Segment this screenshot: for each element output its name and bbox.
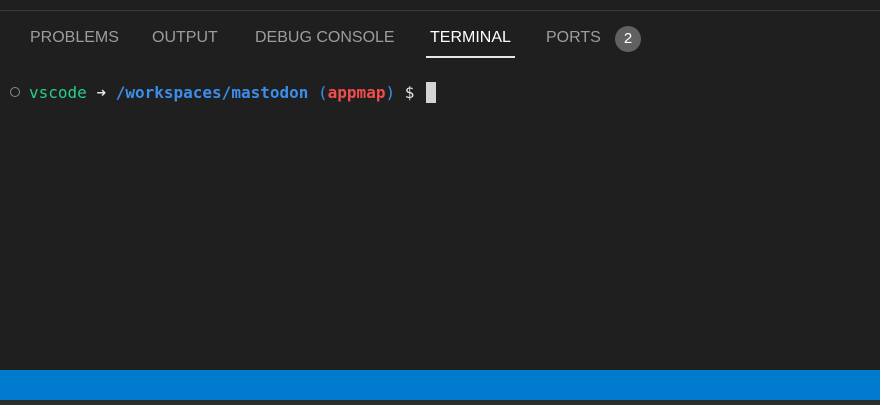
tab-debug-console[interactable]: DEBUG CONSOLE <box>255 11 395 59</box>
ports-count-badge: 2 <box>615 26 641 52</box>
prompt-path: /workspaces/mastodon <box>115 82 309 102</box>
terminal-panel: PROBLEMS OUTPUT DEBUG CONSOLE TERMINAL P… <box>0 0 880 370</box>
branch-close-paren: ) <box>385 82 396 102</box>
terminal-prompt-line[interactable]: vscode ➜ /workspaces/mastodon ( appmap )… <box>10 80 437 104</box>
prompt-symbol: $ <box>404 82 415 102</box>
tab-terminal-label: TERMINAL <box>430 29 511 46</box>
active-tab-indicator <box>426 56 515 58</box>
tab-problems[interactable]: PROBLEMS <box>30 11 119 59</box>
tab-ports[interactable]: PORTS <box>546 11 601 59</box>
terminal-cursor <box>426 81 437 103</box>
prompt-arrow-icon: ➜ <box>96 82 107 102</box>
bottom-strip <box>0 400 880 405</box>
branch-open-paren: ( <box>318 82 328 102</box>
prompt-user: vscode <box>29 82 87 102</box>
tab-output[interactable]: OUTPUT <box>152 11 218 59</box>
prompt-git-branch: appmap <box>327 82 386 102</box>
tab-terminal[interactable]: TERMINAL <box>426 11 515 59</box>
panel-tab-bar: PROBLEMS OUTPUT DEBUG CONSOLE TERMINAL P… <box>0 11 880 59</box>
command-status-circle-icon <box>10 87 20 97</box>
status-bar <box>0 370 880 400</box>
